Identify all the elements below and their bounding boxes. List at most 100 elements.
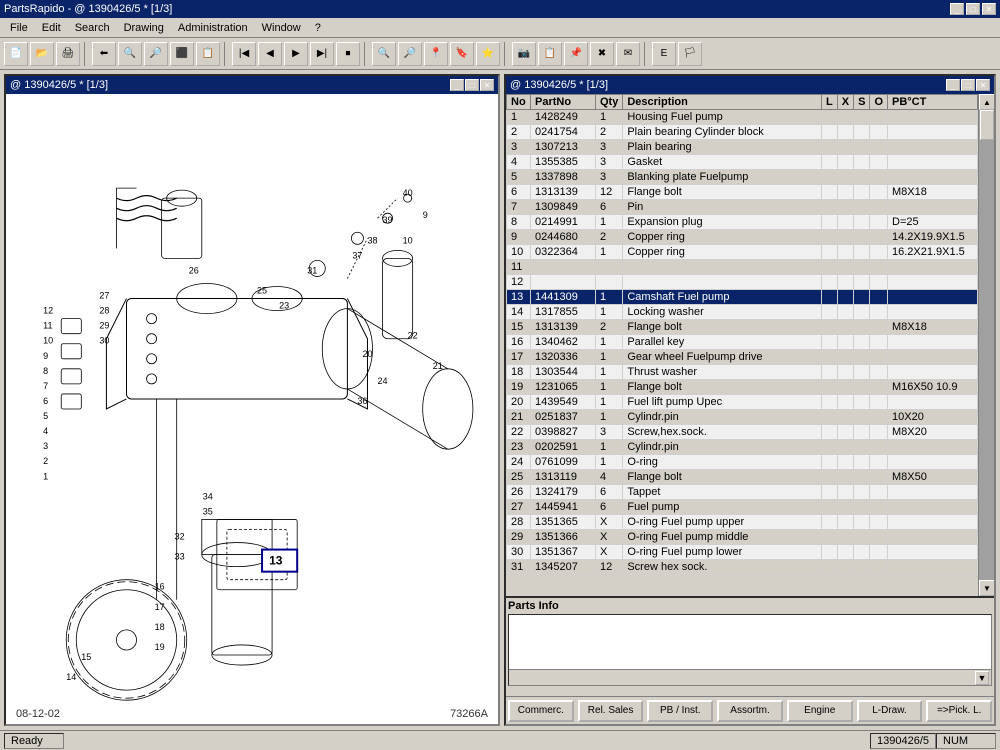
toolbar-print[interactable]: 🖨 bbox=[56, 42, 80, 66]
btn-engine[interactable]: Engine bbox=[787, 700, 853, 722]
btn-commerc[interactable]: Commerc. bbox=[508, 700, 574, 722]
table-row[interactable]: 114282491Housing Fuel pump bbox=[507, 110, 978, 125]
menu-administration[interactable]: Administration bbox=[172, 20, 254, 36]
toolbar-last[interactable]: ▶| bbox=[310, 42, 334, 66]
toolbar-prev[interactable]: ◀ bbox=[258, 42, 282, 66]
toolbar-mail[interactable]: ✉ bbox=[616, 42, 640, 66]
menu-search[interactable]: Search bbox=[69, 20, 116, 36]
toolbar-e[interactable]: E bbox=[652, 42, 676, 66]
info-scroll-down[interactable]: ▼ bbox=[975, 671, 989, 685]
part-num-29: 29 bbox=[99, 321, 109, 331]
menu-file[interactable]: File bbox=[4, 20, 34, 36]
left-maximize[interactable]: □ bbox=[465, 79, 479, 91]
toolbar-find[interactable]: 📍 bbox=[424, 42, 448, 66]
toolbar-photo[interactable]: 📷 bbox=[512, 42, 536, 66]
scroll-track[interactable] bbox=[979, 110, 994, 580]
toolbar-btn2[interactable]: 🔍 bbox=[118, 42, 142, 66]
table-cell: 1 bbox=[596, 350, 623, 365]
parts-table-scroll[interactable]: No PartNo Qty Description L X S O PB°CT … bbox=[506, 94, 978, 596]
left-panel-title-bar: @ 1390426/5 * [1/3] _ □ ✕ bbox=[6, 76, 498, 94]
maximize-button[interactable]: □ bbox=[966, 3, 980, 15]
table-cell: 1 bbox=[507, 110, 531, 125]
table-cell: 16.2X21.9X1.5 bbox=[888, 245, 978, 260]
menu-edit[interactable]: Edit bbox=[36, 20, 67, 36]
left-panel-buttons[interactable]: _ □ ✕ bbox=[450, 79, 494, 91]
parts-table-scrollbar[interactable]: ▲ ▼ bbox=[978, 94, 994, 596]
part-num-9r: 9 bbox=[423, 210, 428, 220]
table-row[interactable]: 2203988273Screw,hex.sock.M8X20 bbox=[507, 425, 978, 440]
table-row[interactable]: 2714459416Fuel pump bbox=[507, 500, 978, 515]
scroll-down-button[interactable]: ▼ bbox=[979, 580, 994, 596]
table-row[interactable]: 6131313912Flange boltM8X18 bbox=[507, 185, 978, 200]
title-bar-buttons[interactable]: _ □ ✕ bbox=[950, 3, 996, 15]
table-row[interactable]: 902446802Copper ring14.2X19.9X1.5 bbox=[507, 230, 978, 245]
table-row[interactable]: 291351366XO-ring Fuel pump middle bbox=[507, 530, 978, 545]
toolbar-fav[interactable]: ⭐ bbox=[476, 42, 500, 66]
toolbar-copy[interactable]: 📋 bbox=[538, 42, 562, 66]
toolbar-btn1[interactable]: ⬅ bbox=[92, 42, 116, 66]
toolbar-open[interactable]: 📂 bbox=[30, 42, 54, 66]
table-row[interactable]: 11 bbox=[507, 260, 978, 275]
table-row[interactable]: 1413178551Locking washer bbox=[507, 305, 978, 320]
table-row[interactable]: 1003223641Copper ring16.2X21.9X1.5 bbox=[507, 245, 978, 260]
toolbar-delete[interactable]: ✖ bbox=[590, 42, 614, 66]
table-row[interactable]: 281351365XO-ring Fuel pump upper bbox=[507, 515, 978, 530]
toolbar-first[interactable]: |◀ bbox=[232, 42, 256, 66]
table-row[interactable]: 2014395491Fuel lift pump Upec bbox=[507, 395, 978, 410]
table-row[interactable]: 2302025911Cylindr.pin bbox=[507, 440, 978, 455]
toolbar-new[interactable]: 📄 bbox=[4, 42, 28, 66]
right-close[interactable]: ✕ bbox=[976, 79, 990, 91]
btn-assortm[interactable]: Assortm. bbox=[717, 700, 783, 722]
toolbar-stop[interactable]: ⏹ bbox=[336, 42, 360, 66]
table-row[interactable]: 1813035441Thrust washer bbox=[507, 365, 978, 380]
table-cell bbox=[888, 200, 978, 215]
toolbar-next[interactable]: ▶ bbox=[284, 42, 308, 66]
minimize-button[interactable]: _ bbox=[950, 3, 964, 15]
right-minimize[interactable]: _ bbox=[946, 79, 960, 91]
left-minimize[interactable]: _ bbox=[450, 79, 464, 91]
table-row[interactable]: 2613241796Tappet bbox=[507, 485, 978, 500]
table-row[interactable]: 31134520712Screw hex sock. bbox=[507, 560, 978, 575]
part-num-23: 23 bbox=[279, 301, 289, 311]
table-cell: 0322364 bbox=[531, 245, 596, 260]
table-row[interactable]: 1314413091Camshaft Fuel pump bbox=[507, 290, 978, 305]
btn-pick-l[interactable]: =>Pick. L. bbox=[926, 700, 992, 722]
toolbar-search[interactable]: 🔍 bbox=[372, 42, 396, 66]
table-row[interactable]: 1912310651Flange boltM16X50 10.9 bbox=[507, 380, 978, 395]
table-row[interactable]: 802149911Expansion plugD=25 bbox=[507, 215, 978, 230]
table-row[interactable]: 713098496Pin bbox=[507, 200, 978, 215]
btn-l-draw[interactable]: L-Draw. bbox=[857, 700, 923, 722]
menu-drawing[interactable]: Drawing bbox=[118, 20, 170, 36]
table-row[interactable]: 313072133Plain bearing bbox=[507, 140, 978, 155]
table-row[interactable]: 1713203361Gear wheel Fuelpump drive bbox=[507, 350, 978, 365]
menu-help[interactable]: ? bbox=[309, 20, 327, 36]
toolbar-search2[interactable]: 🔎 bbox=[398, 42, 422, 66]
table-row[interactable]: 2102518371Cylindr.pin10X20 bbox=[507, 410, 978, 425]
right-maximize[interactable]: □ bbox=[961, 79, 975, 91]
menu-window[interactable]: Window bbox=[256, 20, 307, 36]
table-row[interactable]: 202417542Plain bearing Cylinder block bbox=[507, 125, 978, 140]
table-row[interactable]: 1513131392Flange boltM8X18 bbox=[507, 320, 978, 335]
toolbar-btn4[interactable]: ⬛ bbox=[170, 42, 194, 66]
btn-rel-sales[interactable]: Rel. Sales bbox=[578, 700, 644, 722]
toolbar-paste[interactable]: 📌 bbox=[564, 42, 588, 66]
scroll-thumb[interactable] bbox=[980, 110, 994, 140]
toolbar-btn3[interactable]: 🔎 bbox=[144, 42, 168, 66]
toolbar-flag[interactable]: 🏳 bbox=[678, 42, 702, 66]
table-row[interactable]: 2513131194Flange boltM8X50 bbox=[507, 470, 978, 485]
table-row[interactable]: 413553853Gasket bbox=[507, 155, 978, 170]
toolbar-btn5[interactable]: 📋 bbox=[196, 42, 220, 66]
btn-pb-inst[interactable]: PB / Inst. bbox=[647, 700, 713, 722]
table-row[interactable]: 513378983Blanking plate Fuelpump bbox=[507, 170, 978, 185]
left-close[interactable]: ✕ bbox=[480, 79, 494, 91]
table-cell: 4 bbox=[507, 155, 531, 170]
table-row[interactable]: 12 bbox=[507, 275, 978, 290]
toolbar-bookmark[interactable]: 🔖 bbox=[450, 42, 474, 66]
close-button[interactable]: ✕ bbox=[982, 3, 996, 15]
right-panel-buttons[interactable]: _ □ ✕ bbox=[946, 79, 990, 91]
table-row[interactable]: 301351367XO-ring Fuel pump lower bbox=[507, 545, 978, 560]
scroll-up-button[interactable]: ▲ bbox=[979, 94, 994, 110]
table-cell: 3 bbox=[507, 140, 531, 155]
table-row[interactable]: 1613404621Parallel key bbox=[507, 335, 978, 350]
table-row[interactable]: 2407610991O-ring bbox=[507, 455, 978, 470]
